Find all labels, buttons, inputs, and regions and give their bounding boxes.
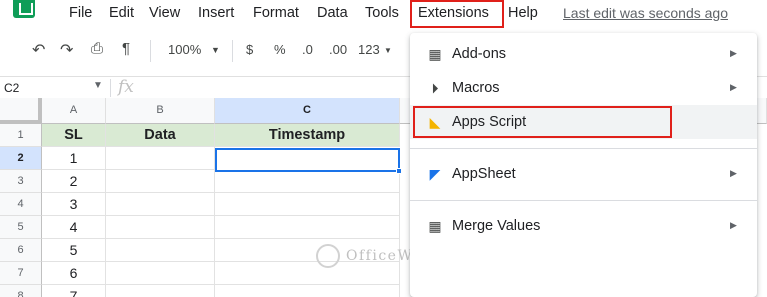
- redo-icon[interactable]: ↷: [60, 40, 73, 60]
- menu-item-add-ons[interactable]: ▦ Add-ons ▶: [410, 37, 757, 71]
- menu-help[interactable]: Help: [508, 5, 538, 21]
- cell-c3[interactable]: [215, 170, 400, 193]
- menu-item-label: AppSheet: [452, 166, 516, 182]
- menu-item-appsheet[interactable]: ◤ AppSheet ▶: [410, 157, 757, 191]
- cell-a3[interactable]: 2: [42, 170, 106, 193]
- cell-c8[interactable]: [215, 285, 400, 297]
- cell-b1-header[interactable]: Data: [106, 124, 215, 147]
- cell-c4[interactable]: [215, 193, 400, 216]
- row-header-6[interactable]: 6: [0, 239, 42, 262]
- cell-c7[interactable]: [215, 262, 400, 285]
- submenu-arrow-icon: ▶: [730, 82, 737, 92]
- appsheet-icon: ◤: [429, 166, 441, 182]
- name-box-dropdown-icon[interactable]: ▼: [93, 80, 103, 91]
- extensions-menu: ▦ Add-ons ▶ ⏵ Macros ▶ ◣ Apps Script ◤ A…: [410, 33, 757, 297]
- cell-b2[interactable]: [106, 147, 215, 170]
- menu-file[interactable]: File: [69, 5, 92, 21]
- toolbar-divider: [150, 40, 151, 62]
- row-header-2[interactable]: 2: [0, 147, 42, 170]
- cell-a1-header[interactable]: SL: [42, 124, 106, 147]
- menu-divider: [410, 200, 757, 201]
- cell-a5[interactable]: 4: [42, 216, 106, 239]
- cell-a2[interactable]: 1: [42, 147, 106, 170]
- menu-item-label: Merge Values: [452, 218, 541, 234]
- sheets-logo-icon[interactable]: [13, 0, 35, 18]
- formula-bar-divider: [110, 79, 111, 97]
- last-edit-link[interactable]: Last edit was seconds ago: [563, 5, 728, 21]
- decrease-decimal-button[interactable]: .0: [302, 42, 313, 57]
- increase-decimal-button[interactable]: .00: [329, 42, 347, 57]
- cell-b6[interactable]: [106, 239, 215, 262]
- cell-a8[interactable]: 7: [42, 285, 106, 297]
- row-header-8[interactable]: 8: [0, 285, 42, 297]
- selected-cell-c2[interactable]: [215, 148, 400, 172]
- menu-view[interactable]: View: [149, 5, 180, 21]
- cell-b8[interactable]: [106, 285, 215, 297]
- submenu-arrow-icon: ▶: [730, 48, 737, 58]
- menu-tools[interactable]: Tools: [365, 5, 399, 21]
- row-header-1[interactable]: 1: [0, 124, 42, 147]
- cell-b5[interactable]: [106, 216, 215, 239]
- macros-icon: ⏵: [431, 80, 439, 96]
- cell-a6[interactable]: 5: [42, 239, 106, 262]
- undo-icon[interactable]: ↶: [32, 40, 45, 60]
- menu-format[interactable]: Format: [253, 5, 299, 21]
- menu-item-label: Add-ons: [452, 46, 507, 62]
- fx-icon: fx: [118, 77, 134, 97]
- percent-format-button[interactable]: %: [274, 42, 286, 57]
- select-all-corner[interactable]: [0, 98, 42, 124]
- cell-a7[interactable]: 6: [42, 262, 106, 285]
- more-formats-button[interactable]: 123: [358, 42, 380, 57]
- zoom-select[interactable]: 100%: [168, 42, 201, 57]
- toolbar-divider: [232, 40, 233, 62]
- cell-c1-header[interactable]: Timestamp: [215, 124, 400, 147]
- merge-values-icon: ▦: [428, 218, 442, 234]
- watermark-logo: [316, 244, 340, 268]
- menu-edit[interactable]: Edit: [109, 5, 134, 21]
- column-header-c[interactable]: C: [215, 98, 400, 124]
- submenu-arrow-icon: ▶: [730, 168, 737, 178]
- menu-item-label: Macros: [452, 80, 500, 96]
- column-header-b[interactable]: B: [106, 98, 215, 124]
- cell-b7[interactable]: [106, 262, 215, 285]
- menu-bar: File Edit View Insert Format Data Tools …: [0, 0, 767, 30]
- more-formats-dropdown-icon[interactable]: ▼: [384, 46, 392, 55]
- currency-format-button[interactable]: $: [246, 42, 253, 57]
- row-header-4[interactable]: 4: [0, 193, 42, 216]
- row-header-5[interactable]: 5: [0, 216, 42, 239]
- cell-c5[interactable]: [215, 216, 400, 239]
- menu-item-merge-values[interactable]: ▦ Merge Values ▶: [410, 209, 757, 243]
- row-header-3[interactable]: 3: [0, 170, 42, 193]
- submenu-arrow-icon: ▶: [730, 220, 737, 230]
- cell-b4[interactable]: [106, 193, 215, 216]
- name-box[interactable]: C2: [0, 77, 106, 98]
- menu-divider: [410, 148, 757, 149]
- print-icon[interactable]: ⎙: [91, 40, 103, 57]
- menu-data[interactable]: Data: [317, 5, 348, 21]
- zoom-dropdown-icon[interactable]: ▼: [211, 45, 220, 55]
- column-header-a[interactable]: A: [42, 98, 106, 124]
- cell-a4[interactable]: 3: [42, 193, 106, 216]
- cell-b3[interactable]: [106, 170, 215, 193]
- paint-format-icon[interactable]: ¶: [122, 40, 130, 57]
- menu-item-macros[interactable]: ⏵ Macros ▶: [410, 71, 757, 105]
- addons-icon: ▦: [428, 46, 442, 62]
- extensions-highlight-box: [410, 0, 504, 28]
- apps-script-highlight-box: [413, 106, 672, 138]
- row-header-7[interactable]: 7: [0, 262, 42, 285]
- menu-insert[interactable]: Insert: [198, 5, 234, 21]
- fill-handle[interactable]: [396, 168, 402, 174]
